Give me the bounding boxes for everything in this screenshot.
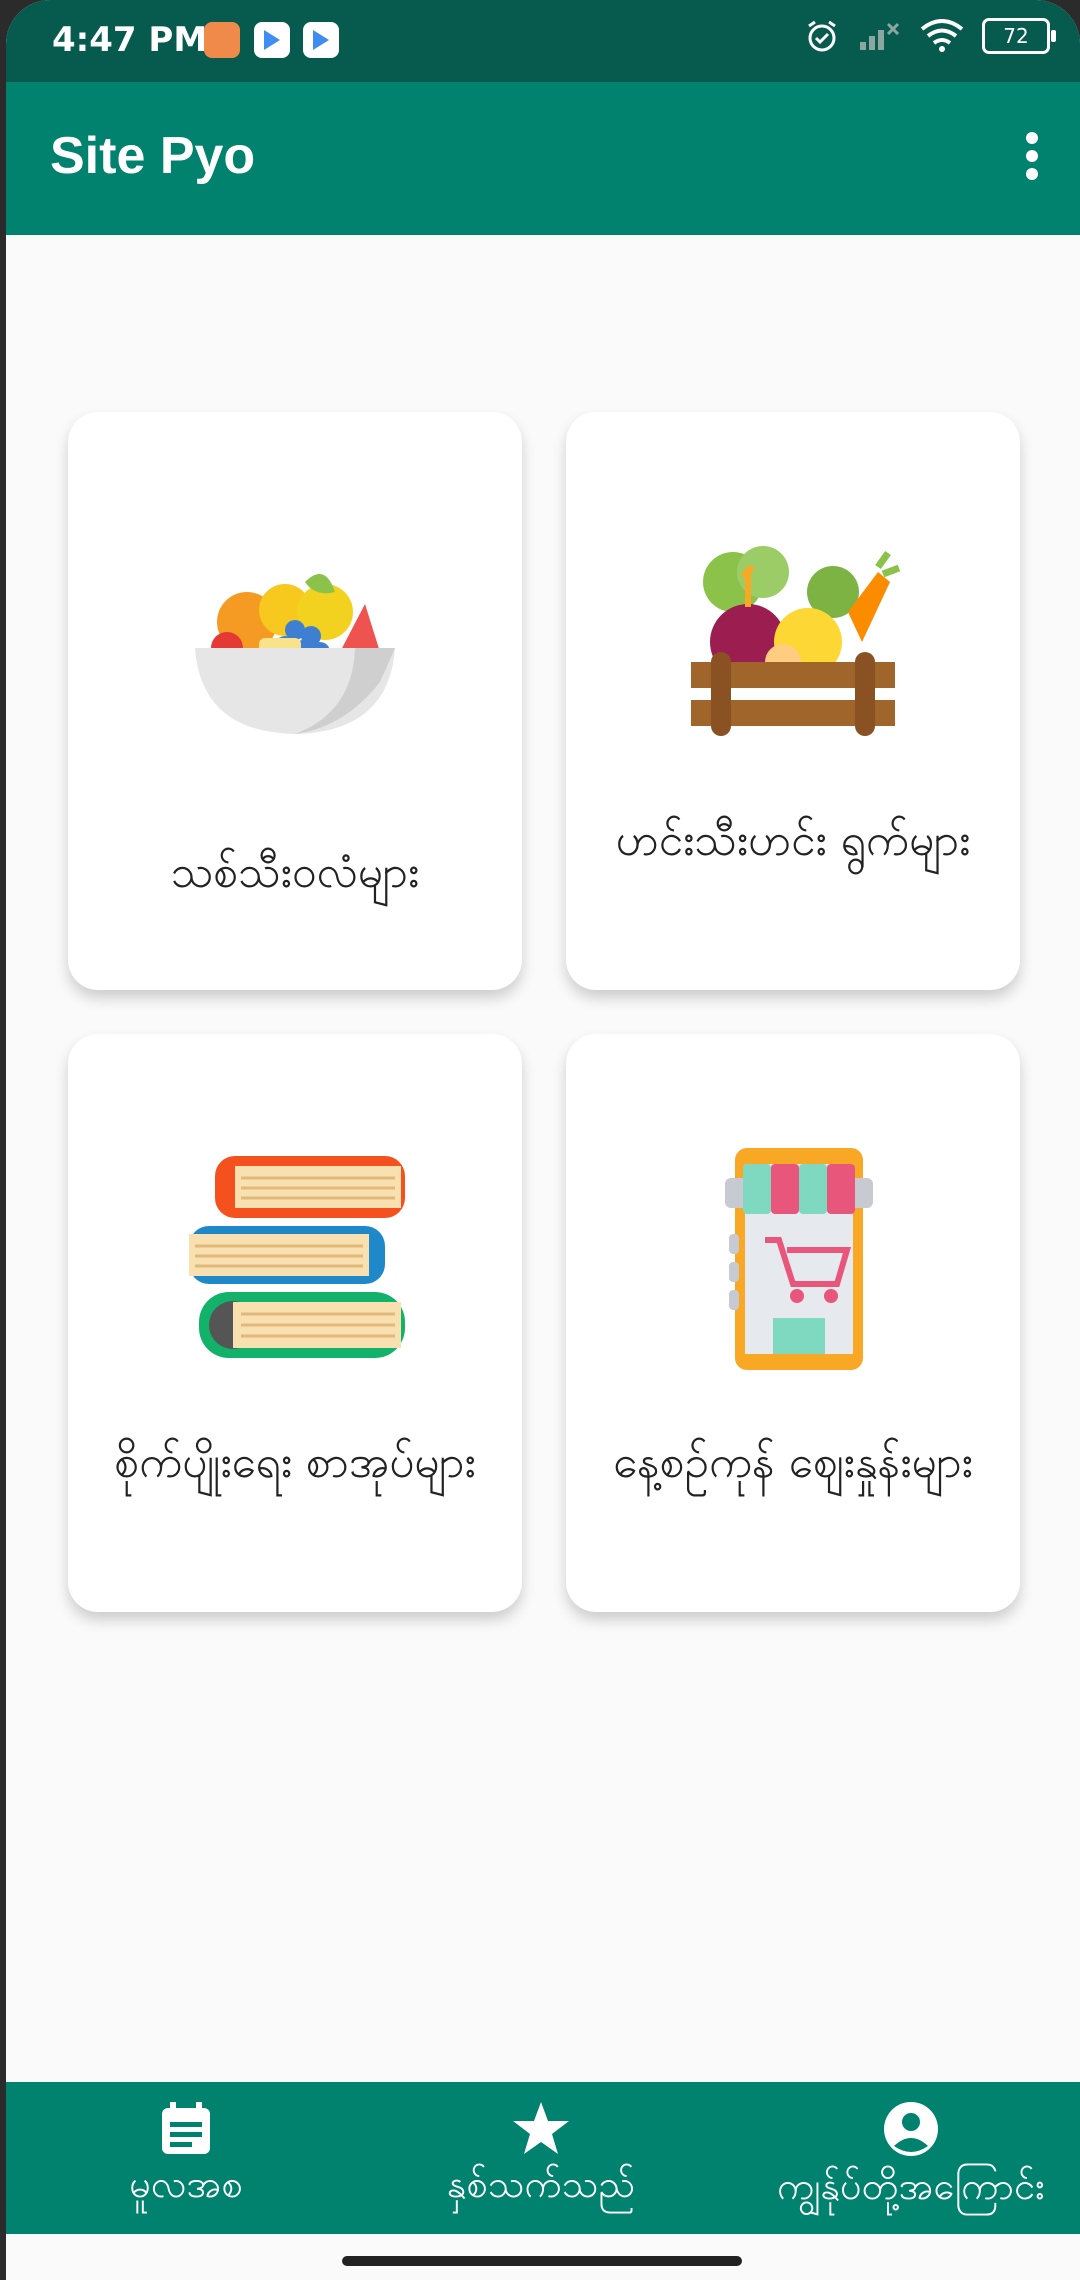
more-vert-icon[interactable] [1024,132,1040,182]
play-store-icon [303,22,339,58]
books-icon [175,1134,415,1374]
category-card-books[interactable]: စိုက်ပျိုးရေး စာအုပ်များ [68,1034,522,1612]
nav-label: ကျွန်ုပ်တို့အကြောင်း [777,2164,1045,2208]
battery-icon: 72 [982,18,1056,54]
app-title: Site Pyo [50,127,256,185]
phone-screen: 4:47 PM 72 Site Pyo သစ်သီးဝလံများ ဟင်းသီ… [6,0,1080,2280]
signal-off-icon [860,22,900,50]
shopping-notification-icon [204,22,240,58]
category-label: ဟင်းသီးဟင်း ရွက်များ [615,815,971,866]
nav-label: မူလအစ [129,2162,243,2206]
nav-item-home[interactable]: မူလအစ [86,2100,286,2216]
alarm-icon [808,20,836,52]
star-icon [513,2102,569,2154]
market-phone-icon [673,1134,913,1374]
category-grid: သစ်သီးဝလံများ ဟင်းသီးဟင်း ရွက်များ စိုက်… [68,412,1028,1612]
category-card-vegetables[interactable]: ဟင်းသီးဟင်း ရွက်များ [566,412,1020,990]
home-indicator [342,2256,742,2266]
status-time: 4:47 PM [52,20,208,60]
nav-item-about[interactable]: ကျွန်ုပ်တို့အကြောင်း [736,2100,1080,2218]
category-label: စိုက်ပျိုးရေး စာအုပ်များ [114,1437,476,1488]
category-label: သစ်သီးဝလံများ [170,847,420,898]
account-circle-icon [884,2102,938,2156]
app-bar: Site Pyo [6,82,1080,235]
category-card-market-prices[interactable]: နေ့စဉ်ကုန် ဈေးနှုန်းများ [566,1034,1020,1612]
nav-label: နှစ်သက်သည် [446,2162,636,2206]
bottom-navigation: မူလအစ နှစ်သက်သည် ကျွန်ုပ်တို့အကြောင်း [6,2082,1080,2234]
article-icon [162,2102,210,2154]
category-label: နေ့စဉ်ကုန် ဈေးနှုန်းများ [613,1437,973,1488]
wifi-icon [920,19,964,52]
category-card-fruits[interactable]: သစ်သီးဝလံများ [68,412,522,990]
nav-item-favorites[interactable]: နှစ်သက်သည် [406,2100,676,2216]
status-bar: 4:47 PM 72 [6,0,1080,82]
fruit-bowl-icon [175,512,415,752]
play-store-icon [254,22,290,58]
vegetable-crate-icon [673,512,913,752]
